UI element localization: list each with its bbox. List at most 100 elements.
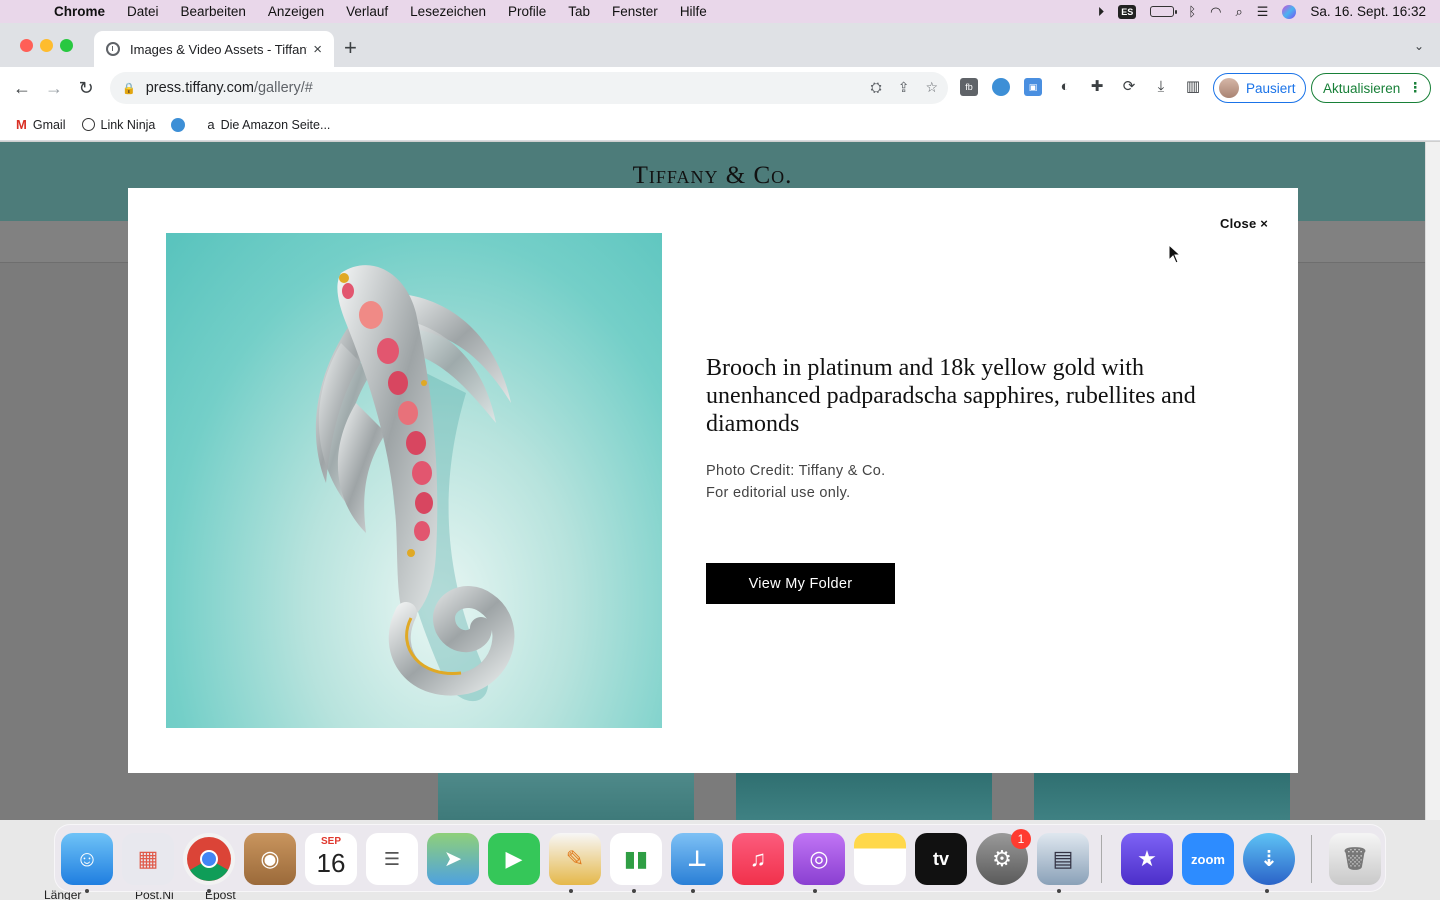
extension-dark-mode-icon[interactable]: ◐: [1056, 78, 1074, 96]
downloads-icon[interactable]: ⤓: [1152, 78, 1170, 96]
photo-credit: Photo Credit: Tiffany & Co. For editoria…: [706, 460, 886, 504]
side-panel-icon[interactable]: ▥: [1184, 78, 1202, 96]
extensions-area: fb ▣ ◐ ✚ ⟳ ⤓ ▥: [960, 78, 1202, 96]
running-indicator: [632, 889, 636, 893]
trash-icon[interactable]: 🗑: [1329, 833, 1381, 885]
facetime-icon[interactable]: ▶: [488, 833, 540, 885]
menu-lesezeichen[interactable]: Lesezeichen: [410, 4, 486, 19]
podcasts-icon[interactable]: ◎: [793, 833, 845, 885]
bookmark-amazon[interactable]: a Die Amazon Seite...: [207, 117, 330, 132]
window-close-button[interactable]: [20, 39, 33, 52]
amazon-icon: a: [207, 117, 215, 132]
calendar-icon[interactable]: SEP 16: [305, 833, 357, 885]
back-button[interactable]: ←: [6, 78, 38, 99]
notes-icon[interactable]: [854, 833, 906, 885]
window-minimize-button[interactable]: [40, 39, 53, 52]
menu-anzeigen[interactable]: Anzeigen: [268, 4, 324, 19]
site-logo[interactable]: Tiffany & Co.: [0, 162, 1425, 190]
contacts-icon[interactable]: ◉: [244, 833, 296, 885]
avatar: [1219, 78, 1239, 98]
tab-search-chevron-icon[interactable]: ⌄: [1414, 39, 1424, 53]
extensions-puzzle-icon[interactable]: ✚: [1088, 78, 1106, 96]
siri-icon[interactable]: [1282, 4, 1297, 19]
tab-title: Images & Video Assets - Tiffany: [130, 41, 308, 57]
notification-badge: 1: [1011, 829, 1031, 849]
tab-close-icon[interactable]: ×: [313, 41, 322, 58]
imovie-icon[interactable]: ★: [1121, 833, 1173, 885]
extension-refresh-icon[interactable]: ⟳: [1120, 78, 1138, 96]
link-ninja-icon: [81, 118, 95, 131]
migration-assistant-icon[interactable]: ⇣: [1243, 833, 1295, 885]
forward-button[interactable]: →: [38, 78, 70, 99]
spotlight-search-icon[interactable]: ⌕: [1235, 4, 1242, 20]
page-scrollbar[interactable]: [1425, 142, 1440, 820]
dock: ☺ ▦ ◉ SEP 16 ☰ ➤ ▶ ✎ ▮▮ ⊥ ♫ ◎ tv ⚙ 1 ▤ ★…: [54, 824, 1386, 893]
input-source-badge[interactable]: ES: [1118, 4, 1137, 19]
extension-3-icon[interactable]: ▣: [1024, 78, 1042, 96]
maps-icon[interactable]: ➤: [427, 833, 479, 885]
running-indicator: [691, 889, 695, 893]
bookmark-label: Gmail: [32, 117, 66, 132]
preview-icon[interactable]: ▤: [1037, 833, 1089, 885]
menu-app-chrome[interactable]: Chrome: [54, 4, 105, 19]
apple-tv-icon[interactable]: tv: [915, 833, 967, 885]
brooch-image: [166, 233, 662, 728]
tv-label: tv: [932, 848, 949, 869]
menubar-clock[interactable]: Sa. 16. Sept. 16:32: [1310, 4, 1426, 19]
bookmark-blue-circle[interactable]: [171, 117, 191, 132]
brooch-illustration: [315, 265, 515, 702]
menu-hilfe[interactable]: Hilfe: [680, 4, 707, 19]
running-indicator: [85, 889, 89, 893]
gallery-thumbnail[interactable]: [736, 772, 992, 820]
extension-1-icon[interactable]: fb: [960, 78, 978, 96]
menu-profile[interactable]: Profile: [508, 4, 546, 19]
numbers-icon[interactable]: ▮▮: [610, 833, 662, 885]
tab-tiffany-gallery[interactable]: Images & Video Assets - Tiffany ×: [94, 31, 334, 67]
system-settings-icon[interactable]: ⚙ 1: [976, 829, 1031, 885]
reload-button[interactable]: ↻: [70, 78, 102, 99]
battery-icon[interactable]: [1150, 6, 1178, 17]
bluetooth-icon[interactable]: ᛒ: [1188, 4, 1196, 19]
profile-button[interactable]: Pausiert: [1213, 73, 1306, 103]
bookmark-star-icon[interactable]: ☆: [925, 79, 938, 96]
launchpad-icon[interactable]: ▦: [122, 833, 174, 885]
url-path: /gallery/#: [253, 80, 313, 96]
play-icon[interactable]: ⏵: [1098, 4, 1105, 20]
reminders-icon[interactable]: ☰: [366, 833, 418, 885]
bookmark-gmail[interactable]: M Gmail: [16, 117, 66, 132]
menu-tab[interactable]: Tab: [568, 4, 590, 19]
zoom-label: zoom: [1191, 851, 1225, 867]
lock-icon[interactable]: 🔒: [122, 82, 136, 95]
share-icon[interactable]: ⇪: [898, 79, 910, 96]
music-icon[interactable]: ♫: [732, 833, 784, 885]
menu-verlauf[interactable]: Verlauf: [346, 4, 388, 19]
gallery-thumbnail[interactable]: [1034, 772, 1290, 820]
running-indicator: [813, 889, 817, 893]
menu-datei[interactable]: Datei: [127, 4, 159, 19]
pages-icon[interactable]: ✎: [549, 833, 601, 885]
browser-toolbar: ← → ↻ 🔒 press.tiffany.com/gallery/# ⛭ ⇪ …: [0, 67, 1440, 109]
update-label: Aktualisieren: [1323, 80, 1401, 96]
translate-icon[interactable]: ⛭: [871, 79, 882, 96]
chrome-icon[interactable]: [183, 833, 235, 885]
calendar-month: SEP: [320, 836, 341, 847]
modal-close-button[interactable]: Close ×: [1220, 216, 1268, 231]
new-tab-button[interactable]: +: [344, 37, 357, 59]
address-bar[interactable]: 🔒 press.tiffany.com/gallery/# ⛭ ⇪ ☆: [110, 72, 948, 104]
usage-note: For editorial use only.: [706, 485, 851, 501]
gallery-thumbnail[interactable]: [438, 772, 694, 820]
wifi-icon[interactable]: ◠: [1210, 4, 1221, 20]
window-zoom-button[interactable]: [60, 39, 73, 52]
control-center-icon[interactable]: ☰: [1257, 4, 1269, 20]
view-my-folder-button[interactable]: View My Folder: [706, 563, 895, 604]
more-menu-icon[interactable]: ⋮: [1409, 80, 1423, 96]
tab-favicon-icon: [106, 42, 120, 56]
zoom-icon[interactable]: zoom: [1182, 833, 1234, 885]
extension-2-icon[interactable]: [992, 78, 1010, 96]
menu-bearbeiten[interactable]: Bearbeiten: [181, 4, 246, 19]
finder-icon[interactable]: ☺: [61, 833, 113, 885]
menu-fenster[interactable]: Fenster: [612, 4, 658, 19]
bookmark-link-ninja[interactable]: Link Ninja: [81, 118, 155, 132]
keynote-icon[interactable]: ⊥: [671, 833, 723, 885]
update-button[interactable]: Aktualisieren ⋮: [1311, 73, 1431, 103]
